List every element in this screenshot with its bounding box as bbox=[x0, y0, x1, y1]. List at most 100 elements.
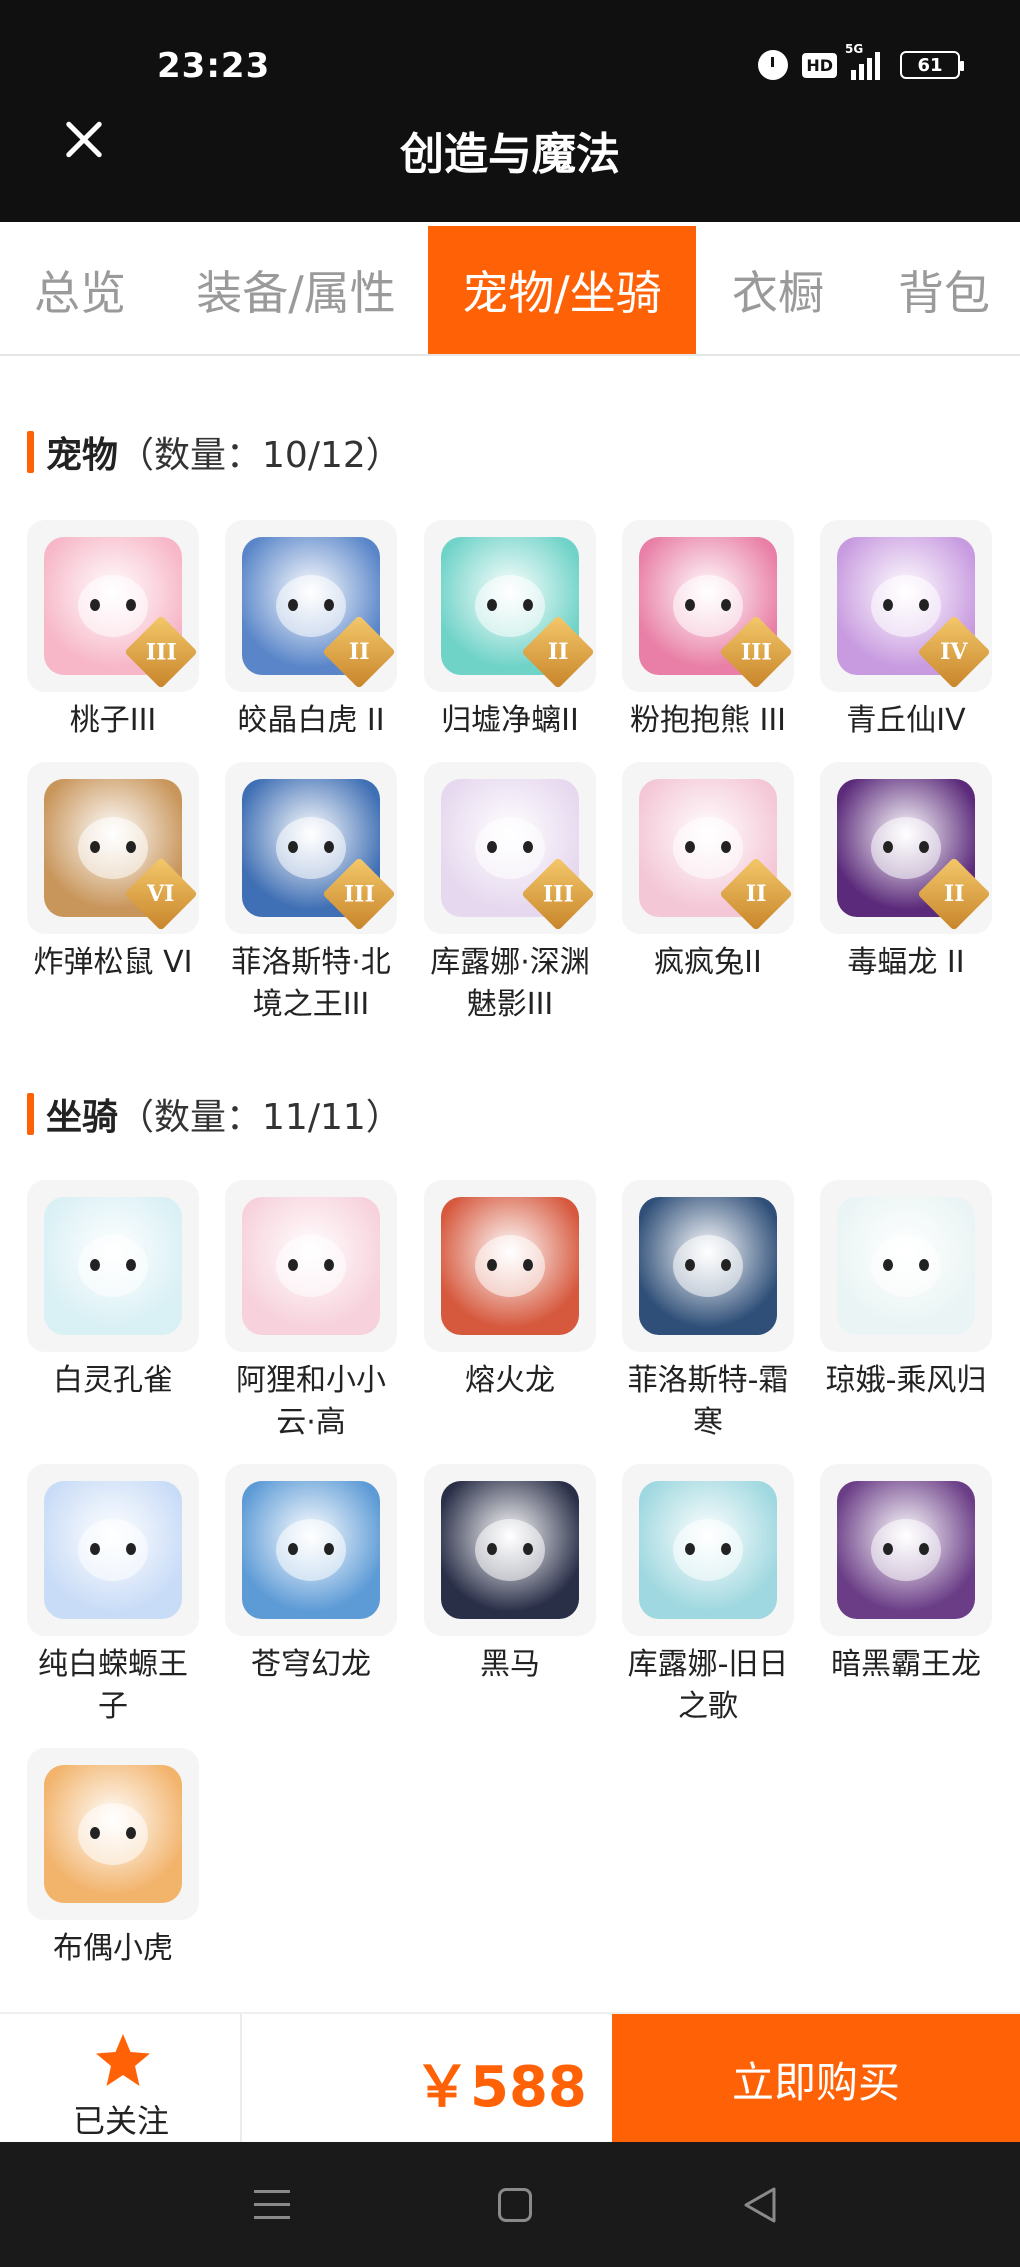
portrait-eye bbox=[288, 1543, 298, 1555]
portrait-eye bbox=[685, 599, 695, 611]
portrait-shape bbox=[78, 575, 148, 637]
item-thumbnail bbox=[27, 1180, 199, 1352]
item-name: 炸弹松鼠 VI bbox=[33, 945, 193, 980]
pet-item[interactable]: II 疯疯兔II bbox=[622, 762, 794, 984]
axolotl-mount-icon bbox=[44, 1481, 182, 1619]
portrait-eye bbox=[721, 599, 731, 611]
portrait-eye bbox=[919, 841, 929, 853]
item-thumbnail: III bbox=[225, 762, 397, 934]
rank-label: IV bbox=[940, 639, 968, 665]
network-label: 5G bbox=[845, 42, 864, 56]
pet-item[interactable]: II 归墟净螭II bbox=[424, 520, 596, 742]
portrait-shape bbox=[475, 1235, 545, 1297]
portrait-eye bbox=[487, 599, 497, 611]
buy-now-button[interactable]: 立即购买 bbox=[612, 2014, 1020, 2144]
mount-item[interactable]: 苍穹幻龙 bbox=[225, 1464, 397, 1686]
rank-label: III bbox=[740, 639, 772, 665]
item-name: 熔火龙 bbox=[465, 1363, 555, 1398]
portrait-shape bbox=[871, 575, 941, 637]
portrait-eye bbox=[90, 841, 100, 853]
rank-label: II bbox=[547, 639, 569, 665]
portrait-eye bbox=[883, 1543, 893, 1555]
item-thumbnail: III bbox=[622, 520, 794, 692]
pet-item[interactable]: II 皎晶白虎 II bbox=[225, 520, 397, 742]
mount-item[interactable]: 布偶小虎 bbox=[27, 1748, 199, 1970]
item-name: 青丘仙IV bbox=[846, 703, 966, 738]
item-thumbnail: II bbox=[622, 762, 794, 934]
pet-item[interactable]: VI 炸弹松鼠 VI bbox=[27, 762, 199, 984]
pets-count: （数量：10/12） bbox=[118, 435, 402, 476]
portrait-eye bbox=[685, 1543, 695, 1555]
tab-overview[interactable]: 总览 bbox=[20, 226, 140, 354]
item-name: 皎晶白虎 II bbox=[237, 703, 385, 738]
pet-item[interactable]: IV 青丘仙IV bbox=[820, 520, 992, 742]
item-thumbnail bbox=[225, 1180, 397, 1352]
portrait-eye bbox=[721, 1543, 731, 1555]
pet-item[interactable]: III 粉抱抱熊 III bbox=[622, 520, 794, 742]
mount-item[interactable]: 暗黑霸王龙 bbox=[820, 1464, 992, 1686]
status-bar: 23:23 HD 5G 61 bbox=[0, 0, 1020, 134]
rank-label: III bbox=[542, 881, 574, 907]
item-name: 库露娜-旧日之歌 bbox=[627, 1647, 789, 1724]
portrait-shape bbox=[871, 1235, 941, 1297]
portrait-eye bbox=[919, 599, 929, 611]
mount-item[interactable]: 纯白蝾螈王子 bbox=[27, 1464, 199, 1728]
portrait-eye bbox=[487, 841, 497, 853]
portrait-eye bbox=[721, 841, 731, 853]
portrait-shape bbox=[673, 1235, 743, 1297]
portrait-shape bbox=[871, 817, 941, 879]
item-name: 黑马 bbox=[480, 1647, 540, 1682]
item-thumbnail bbox=[225, 1464, 397, 1636]
tab-wardrobe[interactable]: 衣橱 bbox=[722, 226, 834, 354]
ali-cloud-mount-icon bbox=[242, 1197, 380, 1335]
portrait-eye bbox=[126, 1543, 136, 1555]
frost-mount-icon bbox=[639, 1197, 777, 1335]
portrait-shape bbox=[78, 1519, 148, 1581]
alarm-icon bbox=[758, 50, 789, 80]
hd-badge: HD bbox=[802, 52, 837, 78]
battery-icon: 61 bbox=[900, 51, 964, 79]
pet-item[interactable]: III 库露娜·深渊魅影III bbox=[424, 762, 596, 1026]
item-name: 暗黑霸王龙 bbox=[831, 1647, 981, 1682]
portrait-shape bbox=[673, 817, 743, 879]
mount-item[interactable]: 琼娥-乘风归 bbox=[820, 1180, 992, 1402]
portrait-eye bbox=[126, 1827, 136, 1839]
mount-item[interactable]: 熔火龙 bbox=[424, 1180, 596, 1402]
home-icon[interactable] bbox=[498, 2188, 532, 2222]
mount-item[interactable]: 菲洛斯特-霜寒 bbox=[622, 1180, 794, 1444]
portrait-eye bbox=[919, 1259, 929, 1271]
moon-fairy-mount-icon bbox=[837, 1197, 975, 1335]
item-thumbnail bbox=[820, 1180, 992, 1352]
rank-label: VI bbox=[147, 881, 175, 907]
item-name: 白灵孔雀 bbox=[53, 1363, 173, 1398]
mount-item[interactable]: 黑马 bbox=[424, 1464, 596, 1686]
section-accent-bar bbox=[27, 431, 34, 473]
mounts-title: 坐骑 bbox=[46, 1097, 119, 1138]
mount-item[interactable]: 库露娜-旧日之歌 bbox=[622, 1464, 794, 1728]
tab-pets-mounts[interactable]: 宠物/坐骑 bbox=[428, 226, 696, 354]
pet-item[interactable]: II 毒蝠龙 II bbox=[820, 762, 992, 984]
follow-button[interactable]: 已关注 bbox=[0, 2014, 242, 2144]
tab-backpack[interactable]: 背包 bbox=[884, 226, 1004, 354]
portrait-shape bbox=[475, 817, 545, 879]
mount-item[interactable]: 白灵孔雀 bbox=[27, 1180, 199, 1402]
tab-equipment[interactable]: 装备/属性 bbox=[186, 226, 406, 354]
portrait-shape bbox=[276, 817, 346, 879]
item-thumbnail: III bbox=[27, 520, 199, 692]
item-thumbnail bbox=[622, 1464, 794, 1636]
item-thumbnail bbox=[424, 1464, 596, 1636]
sky-dragon-mount-icon bbox=[242, 1481, 380, 1619]
item-thumbnail: II bbox=[424, 520, 596, 692]
portrait-eye bbox=[126, 841, 136, 853]
back-icon[interactable] bbox=[742, 2186, 778, 2224]
portrait-eye bbox=[324, 599, 334, 611]
pet-item[interactable]: III 菲洛斯特·北境之王III bbox=[225, 762, 397, 1026]
portrait-eye bbox=[90, 1543, 100, 1555]
menu-icon[interactable] bbox=[254, 2190, 290, 2220]
portrait-shape bbox=[78, 1235, 148, 1297]
portrait-eye bbox=[90, 1259, 100, 1271]
portrait-eye bbox=[90, 599, 100, 611]
pet-item[interactable]: III 桃子III bbox=[27, 520, 199, 742]
mount-item[interactable]: 阿狸和小小云·高 bbox=[225, 1180, 397, 1444]
item-thumbnail: III bbox=[424, 762, 596, 934]
